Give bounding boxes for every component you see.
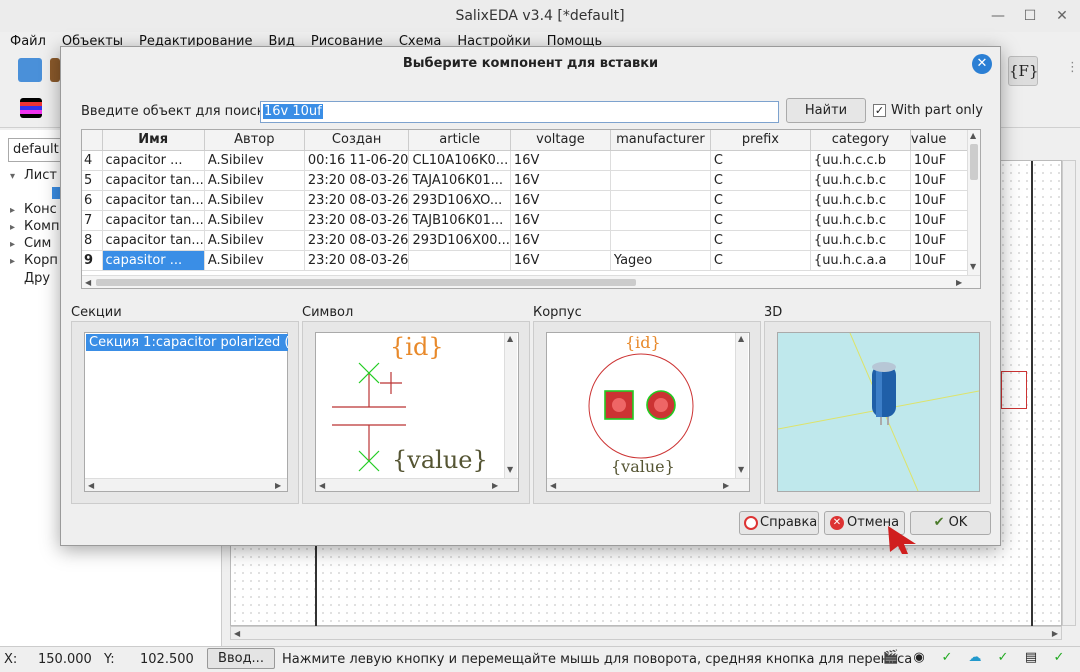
robot-icon[interactable]: ◉	[908, 648, 930, 668]
capacitor-3d-model	[778, 333, 979, 491]
maximize-icon[interactable]: ☐	[1022, 0, 1038, 32]
table-row-selected[interactable]: 9 capasitor ... A.Sibilev 23:20 08-03-26 16V…	[82, 250, 977, 271]
ok-button[interactable]: ✔ OK	[910, 511, 991, 535]
close-icon[interactable]: ✕	[1054, 0, 1070, 32]
status-icons: 🎬 ◉ ✓ ☁ ✓ ▤ ✓	[880, 648, 1070, 668]
col-header[interactable]: category	[810, 130, 911, 151]
check-icon: ✓	[997, 650, 1009, 665]
tree-item[interactable]: ▾ Лист	[10, 168, 64, 185]
sheet-border-left	[315, 541, 317, 627]
cloud-icon[interactable]: ☁	[964, 648, 986, 668]
tree-item[interactable]: Дру	[10, 271, 64, 287]
sections-list[interactable]: Секция 1:capacitor polarized ( ◀ ▶	[84, 332, 288, 492]
col-header[interactable]: prefix	[710, 130, 811, 151]
package-label: Корпус	[533, 305, 582, 320]
project-tree: ▾ Лист ▸ Конс ▸ Комп ▸ Сим ▸ Корп Дру	[10, 168, 64, 287]
tree-item[interactable]: ▸ Комп	[10, 219, 64, 236]
model3d-pane	[764, 321, 991, 504]
window-titlebar: SalixEDA v3.4 [*default] — ☐ ✕	[0, 0, 1080, 32]
check-icon: ✓	[1053, 650, 1065, 665]
y-value: 102.500	[140, 652, 194, 667]
symbol-preview[interactable]: {id} {value} ▲ ▼ ◀ ▶	[315, 332, 519, 492]
tree-item[interactable]	[10, 185, 64, 201]
table-hscroll[interactable]: ◀ ▶	[82, 275, 980, 288]
book-icon[interactable]: ▤	[1020, 648, 1042, 668]
y-label: Y:	[104, 652, 115, 667]
table-vscroll[interactable]: ▲ ▼	[967, 130, 980, 275]
x-label: X:	[4, 652, 18, 667]
canvas-vscroll[interactable]	[1062, 160, 1076, 626]
package-pane: {id} {value} ▲ ▼ ◀ ▶	[533, 321, 761, 504]
clapper-icon[interactable]: 🎬	[880, 648, 902, 668]
col-header[interactable]: Автор	[204, 130, 305, 151]
sections-pane: Секция 1:capacitor polarized ( ◀ ▶	[71, 321, 299, 504]
col-header[interactable]: voltage	[510, 130, 611, 151]
package-preview[interactable]: {id} {value} ▲ ▼ ◀ ▶	[546, 332, 750, 492]
find-button[interactable]: Найти	[786, 98, 866, 123]
search-input[interactable]: 16v 10uf	[260, 101, 779, 123]
layers-icon[interactable]	[20, 98, 42, 118]
component-insert-dialog: Выберите компонент для вставки ✕ Введите…	[60, 46, 1001, 546]
status-message: Нажмите левую кнопку и перемещайте мышь …	[282, 652, 913, 667]
toolbar-separator: ⋮	[1066, 60, 1079, 75]
col-header[interactable]: manufacturer	[610, 130, 711, 151]
model3d-viewport[interactable]	[777, 332, 980, 492]
package-id-text: {id}	[625, 333, 661, 352]
tree-item[interactable]: ▸ Корп	[10, 253, 64, 270]
sheet-border	[1031, 161, 1033, 627]
col-header[interactable]: Создан	[304, 130, 410, 151]
symbol-label: Символ	[302, 305, 354, 320]
menu-file[interactable]: Файл	[0, 32, 52, 52]
section-item[interactable]: Секция 1:capacitor polarized (	[86, 334, 288, 351]
check-icon: ✓	[941, 650, 953, 665]
project-select[interactable]: default	[8, 138, 68, 162]
minimize-icon[interactable]: —	[990, 0, 1006, 32]
function-button[interactable]: {F}	[1008, 56, 1039, 86]
dialog-close-icon[interactable]: ✕	[972, 54, 992, 74]
window-title: SalixEDA v3.4 [*default]	[455, 8, 625, 24]
table-row[interactable]: 5 capacitor tan... A.Sibilev 23:20 08-03-26…	[82, 170, 977, 191]
components-table: Имя Автор Создан article voltage manufac…	[81, 129, 981, 289]
col-header[interactable]: article	[408, 130, 511, 151]
input-button[interactable]: Ввод...	[207, 648, 275, 669]
dialog-title: Выберите компонент для вставки	[402, 56, 659, 71]
symbol-value-text: {value}	[392, 446, 488, 474]
mouse-pointer-icon	[888, 526, 916, 554]
ok-check-icon: ✔	[933, 515, 945, 530]
search-label: Введите объект для поиска:	[81, 104, 277, 119]
new-file-icon[interactable]	[18, 58, 42, 82]
table-header: Имя Автор Создан article voltage manufac…	[82, 130, 977, 151]
table-row[interactable]: 7 capacitor tan... A.Sibilev 23:20 08-03-26…	[82, 210, 977, 231]
symbol-id-text: {id}	[390, 333, 444, 361]
table-row[interactable]: 4 capacitor ... A.Sibilev 00:16 11-06-20 CL1…	[82, 150, 977, 171]
package-value-text: {value}	[611, 457, 675, 476]
canvas-component	[1001, 371, 1027, 409]
model3d-label: 3D	[764, 305, 783, 320]
help-button[interactable]: Справка	[739, 511, 819, 535]
lifebuoy-icon	[744, 516, 758, 530]
col-header[interactable]	[82, 130, 103, 151]
part-only-checkbox[interactable]: ✓	[873, 104, 886, 117]
col-header[interactable]: Имя	[102, 130, 205, 151]
open-file-icon[interactable]	[50, 58, 60, 82]
canvas-hscroll[interactable]: ◀ ▶	[230, 626, 1062, 640]
tree-item[interactable]: ▸ Конс	[10, 202, 64, 219]
symbol-pane: {id} {value} ▲ ▼ ◀ ▶	[302, 321, 530, 504]
part-only-label: With part only	[891, 103, 983, 118]
table-row[interactable]: 8 capacitor tan... A.Sibilev 23:20 08-03-26…	[82, 230, 977, 251]
tree-item[interactable]: ▸ Сим	[10, 236, 64, 253]
cancel-icon: ✕	[830, 516, 844, 530]
sections-label: Секции	[71, 305, 122, 320]
x-value: 150.000	[38, 652, 92, 667]
table-row[interactable]: 6 capacitor tan... A.Sibilev 23:20 08-03-26…	[82, 190, 977, 211]
